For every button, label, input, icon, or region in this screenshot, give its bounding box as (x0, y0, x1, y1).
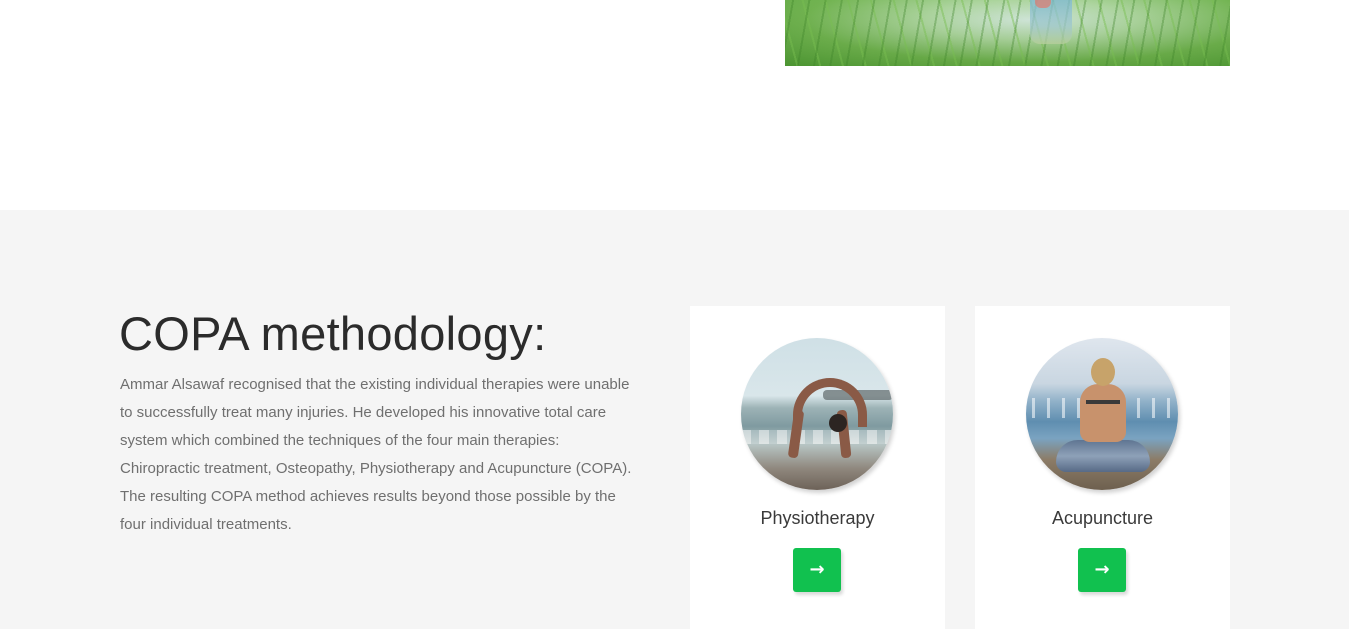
arrow-right-icon: → (809, 559, 825, 580)
hero-accent (1035, 0, 1051, 8)
meditating-figure (1056, 358, 1150, 478)
copa-description: Ammar Alsawaf recognised that the existi… (120, 376, 632, 533)
card-label-physiotherapy: Physiotherapy (760, 508, 875, 528)
copa-section: COPA methodology: Ammar Alsawaf recognis… (0, 210, 1349, 629)
physiotherapy-image (741, 338, 893, 490)
hero-grass-image (785, 0, 1230, 66)
beach-yoga-photo (741, 338, 893, 490)
service-card-physiotherapy: Physiotherapy → (690, 306, 945, 629)
copa-title: COPA methodology: (119, 307, 547, 360)
service-card-acupuncture: Acupuncture → (975, 306, 1230, 629)
acupuncture-arrow-button[interactable]: → (1078, 548, 1126, 592)
yoga-pose-figure (781, 370, 867, 460)
physiotherapy-arrow-button[interactable]: → (793, 548, 841, 592)
card-label-acupuncture: Acupuncture (1051, 508, 1154, 528)
acupuncture-image (1026, 338, 1178, 490)
arrow-right-icon: → (1094, 559, 1110, 580)
sea-meditation-photo (1026, 338, 1178, 490)
grass-blades (785, 0, 1230, 66)
